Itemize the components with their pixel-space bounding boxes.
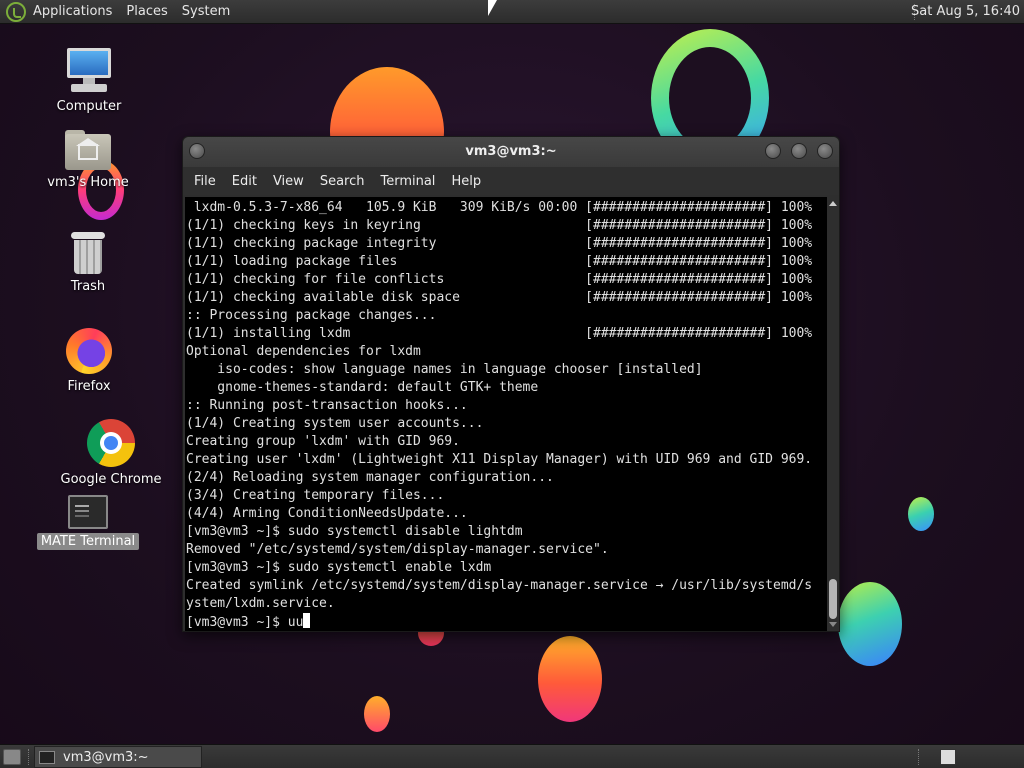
terminal-scrollbar[interactable] (827, 197, 839, 631)
bottom-panel: vm3@vm3:~ (0, 744, 1024, 768)
chrome-icon (87, 419, 135, 467)
terminal-line: iso-codes: show language names in langua… (186, 362, 703, 377)
terminal-icon (39, 750, 55, 764)
terminal-line: [vm3@vm3 ~]$ sudo systemctl enable lxdm (186, 560, 492, 575)
terminal-window[interactable]: vm3@vm3:~ File Edit View Search Terminal… (182, 136, 840, 632)
terminal-line: Creating group 'lxdm' with GID 969. (186, 434, 460, 449)
trash-icon (70, 232, 106, 274)
terminal-line: (4/4) Arming ConditionNeedsUpdate... (186, 506, 468, 521)
desktop-icon-label: vm3's Home (47, 175, 129, 190)
terminal-line: Created symlink /etc/systemd/system/disp… (186, 578, 813, 593)
desktop-icon-terminal[interactable]: MATE Terminal (33, 495, 143, 550)
desktop-icon-chrome[interactable]: Google Chrome (56, 419, 166, 488)
terminal-line: lxdm-0.5.3-7-x86_64 105.9 KiB 309 KiB/s … (186, 200, 813, 215)
terminal-line: (3/4) Creating temporary files... (186, 488, 445, 503)
maximize-icon[interactable] (791, 143, 807, 159)
desktop-icon-computer[interactable]: Computer (34, 46, 144, 115)
menu-search[interactable]: Search (312, 174, 373, 189)
scroll-down-icon[interactable] (829, 622, 837, 627)
menu-edit[interactable]: Edit (224, 174, 265, 189)
mate-logo-icon[interactable] (6, 1, 26, 22)
terminal-line: ystem/lxdm.service. (186, 596, 335, 611)
terminal-line: (1/1) loading package files [###########… (186, 254, 813, 269)
desktop-icon-label: MATE Terminal (36, 533, 140, 550)
minimize-icon[interactable] (765, 143, 781, 159)
terminal-line: (1/1) checking for file conflicts [#####… (186, 272, 813, 287)
home-folder-icon (65, 130, 111, 170)
firefox-icon (66, 328, 112, 374)
taskbar-button-terminal[interactable]: vm3@vm3:~ (34, 746, 202, 768)
menu-view[interactable]: View (265, 174, 312, 189)
terminal-text: lxdm-0.5.3-7-x86_64 105.9 KiB 309 KiB/s … (185, 197, 827, 631)
terminal-menubar: File Edit View Search Terminal Help (183, 167, 839, 195)
desktop-icon-label: Firefox (67, 379, 111, 394)
decor-blue-green-drop (838, 582, 902, 666)
terminal-icon (68, 495, 108, 529)
places-menu[interactable]: Places (119, 4, 174, 19)
decor-orange-drop (538, 636, 602, 722)
desktop-icon-label: Trash (70, 279, 106, 294)
terminal-line: :: Running post-transaction hooks... (186, 398, 468, 413)
terminal-line: (1/1) checking available disk space [###… (186, 290, 813, 305)
terminal-line: (2/4) Reloading system manager configura… (186, 470, 554, 485)
desktop-icon-home[interactable]: vm3's Home (33, 130, 143, 191)
terminal-line: (1/1) checking keys in keyring [########… (186, 218, 813, 233)
scrollbar-thumb[interactable] (829, 579, 837, 619)
window-titlebar[interactable]: vm3@vm3:~ (183, 137, 839, 167)
show-desktop-icon[interactable] (3, 749, 21, 765)
terminal-input[interactable]: uu (288, 615, 304, 630)
decor-small-drop (364, 696, 390, 732)
panel-separator (918, 749, 919, 765)
terminal-prompt: [vm3@vm3 ~]$ (186, 615, 288, 630)
menu-terminal[interactable]: Terminal (372, 174, 443, 189)
text-cursor (303, 613, 311, 628)
applications-menu[interactable]: Applications (26, 4, 119, 19)
taskbar-button-label: vm3@vm3:~ (63, 749, 149, 765)
terminal-line: Removed "/etc/systemd/system/display-man… (186, 542, 609, 557)
terminal-line: gnome-themes-standard: default GTK+ them… (186, 380, 539, 395)
terminal-line: Optional dependencies for lxdm (186, 344, 421, 359)
window-title: vm3@vm3:~ (465, 144, 557, 159)
desktop-icon-firefox[interactable]: Firefox (34, 328, 144, 395)
clock[interactable]: Sat Aug 5, 16:40 (911, 4, 1020, 19)
desktop-icon-trash[interactable]: Trash (33, 232, 143, 295)
terminal-line: :: Processing package changes... (186, 308, 437, 323)
terminal-line: [vm3@vm3 ~]$ sudo systemctl disable ligh… (186, 524, 523, 539)
terminal-output[interactable]: lxdm-0.5.3-7-x86_64 105.9 KiB 309 KiB/s … (185, 197, 827, 631)
terminal-prompt-line[interactable]: [vm3@vm3 ~]$ uu (186, 613, 827, 631)
top-panel: Applications Places System Sat Aug 5, 16… (0, 0, 1024, 24)
decor-small-green-drop (908, 497, 934, 531)
desktop-icon-label: Google Chrome (60, 472, 162, 487)
desktop-icon-label: Computer (56, 99, 122, 114)
close-icon[interactable] (817, 143, 833, 159)
workspace-switcher[interactable] (940, 749, 956, 765)
menu-file[interactable]: File (186, 174, 224, 189)
menu-help[interactable]: Help (443, 174, 489, 189)
terminal-line: (1/1) installing lxdm [#################… (186, 326, 813, 341)
system-menu[interactable]: System (175, 4, 237, 19)
computer-icon (65, 46, 113, 94)
terminal-line: (1/1) checking package integrity [######… (186, 236, 813, 251)
scroll-up-icon[interactable] (829, 201, 837, 206)
terminal-line: (1/4) Creating system user accounts... (186, 416, 484, 431)
panel-separator (28, 749, 29, 765)
terminal-line: Creating user 'lxdm' (Lightweight X11 Di… (186, 452, 813, 467)
